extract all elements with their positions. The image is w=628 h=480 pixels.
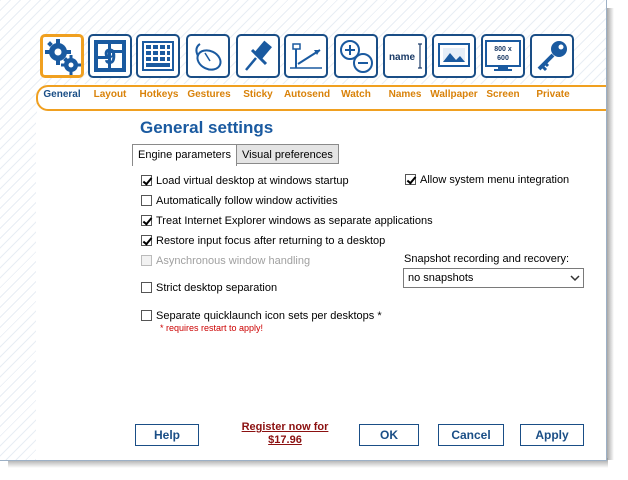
checkbox-box[interactable] — [405, 174, 416, 185]
nav-hotkeys-button[interactable] — [136, 34, 180, 78]
register-price[interactable]: $17.96 — [230, 434, 340, 447]
nav-general-button[interactable] — [40, 34, 84, 78]
checkbox-box[interactable] — [141, 175, 152, 186]
restart-note: * requires restart to apply! — [160, 323, 264, 333]
tab-visual-preferences[interactable]: Visual preferences — [236, 144, 339, 164]
window-shadow-right — [606, 8, 614, 460]
checkbox-box[interactable] — [141, 215, 152, 226]
monitor-resolution-icon: 800 x 600 — [485, 40, 521, 71]
ok-button[interactable]: OK — [359, 424, 419, 446]
nav-label-sticky[interactable]: Sticky — [236, 89, 280, 100]
screen-icon-text-1: 800 x — [494, 46, 512, 53]
apply-button[interactable]: Apply — [520, 424, 584, 446]
wallpaper-picture-icon — [438, 43, 470, 67]
checkbox-label: Treat Internet Explorer windows as separ… — [156, 215, 433, 227]
checkbox-box[interactable] — [141, 235, 152, 246]
nav-label-general[interactable]: General — [40, 89, 84, 100]
checkbox-label: Automatically follow window activities — [156, 195, 338, 207]
tab-engine-parameters[interactable]: Engine parameters — [132, 144, 237, 166]
page-title: General settings — [140, 118, 274, 137]
nav-gestures-button[interactable] — [186, 34, 230, 78]
nav-label-watch[interactable]: Watch — [334, 89, 378, 100]
nav-label-autosend[interactable]: Autosend — [280, 89, 334, 100]
nav-names-button[interactable]: name — [383, 34, 427, 78]
nav-label-gestures[interactable]: Gestures — [184, 89, 234, 100]
gears-icon — [45, 39, 81, 75]
checkbox-box[interactable] — [141, 195, 152, 206]
names-icon-text: name — [389, 52, 416, 63]
register-link[interactable]: Register now for $17.96 — [230, 421, 340, 447]
nav-sticky-button[interactable] — [236, 34, 280, 78]
pushpin-icon — [245, 40, 272, 71]
checkbox-label: Asynchronous window handling — [156, 255, 311, 267]
register-line-1[interactable]: Register now for — [230, 421, 340, 434]
nav-wallpaper-button[interactable] — [432, 34, 476, 78]
nav-watch-button[interactable] — [334, 34, 378, 78]
nav-label-wallpaper[interactable]: Wallpaper — [426, 89, 482, 100]
nav-label-names[interactable]: Names — [383, 89, 427, 100]
key-icon — [537, 41, 567, 72]
checkbox-label: Load virtual desktop at windows startup — [156, 175, 349, 187]
autosend-arrow-icon — [290, 43, 322, 69]
nav-label-layout[interactable]: Layout — [88, 89, 132, 100]
checkbox-label: Allow system menu integration — [420, 174, 570, 186]
checkbox-label: Separate quicklaunch icon sets per deskt… — [156, 310, 382, 322]
checkbox-label: Restore input focus after returning to a… — [156, 235, 386, 247]
screen-icon-text-2: 600 — [497, 55, 509, 62]
nav-screen-button[interactable]: 800 x 600 — [481, 34, 525, 78]
cancel-button[interactable]: Cancel — [438, 424, 504, 446]
mouse-icon — [195, 43, 222, 71]
nav-label-hotkeys[interactable]: Hotkeys — [134, 89, 184, 100]
layout-grid-icon: 9 — [94, 40, 126, 72]
help-button[interactable]: Help — [135, 424, 199, 446]
snapshot-select-value: no snapshots — [408, 272, 474, 284]
keyboard-icon — [142, 41, 174, 71]
nav-label-screen[interactable]: Screen — [481, 89, 525, 100]
nav-autosend-button[interactable] — [284, 34, 328, 78]
chevron-down-icon[interactable] — [567, 269, 583, 287]
name-tag-icon: name — [389, 43, 422, 69]
settings-window: 9 name 800 x 600 General Layout Hotkeys … — [0, 0, 607, 461]
svg-text:9: 9 — [104, 44, 116, 69]
checkbox-box[interactable] — [141, 282, 152, 293]
snapshot-select[interactable]: no snapshots — [403, 268, 584, 288]
plus-minus-icon — [340, 40, 373, 73]
snapshot-label: Snapshot recording and recovery: — [404, 253, 570, 265]
checkbox-label: Strict desktop separation — [156, 282, 278, 294]
nav-layout-button[interactable]: 9 — [88, 34, 132, 78]
nav-label-private[interactable]: Private — [530, 89, 576, 100]
checkbox-box[interactable] — [141, 310, 152, 321]
nav-private-button[interactable] — [530, 34, 574, 78]
checkbox-box — [141, 255, 152, 266]
